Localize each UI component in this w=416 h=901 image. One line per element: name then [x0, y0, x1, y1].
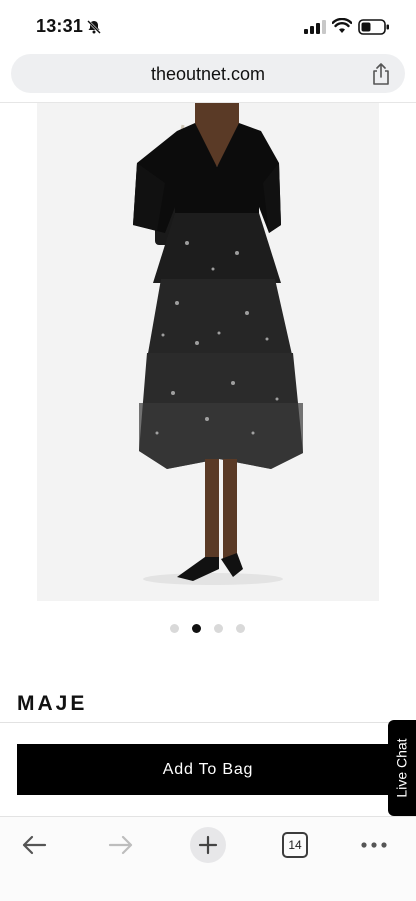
share-icon[interactable] [371, 63, 391, 85]
browser-toolbar: 14 [0, 816, 416, 901]
product-image[interactable] [37, 103, 379, 601]
plus-icon [198, 835, 218, 855]
carousel-dot[interactable] [214, 624, 223, 633]
live-chat-label: Live Chat [394, 738, 410, 798]
tabs-icon: 14 [282, 832, 308, 858]
divider [0, 722, 416, 723]
tabs-button[interactable]: 14 [275, 825, 315, 865]
url-text[interactable]: theoutnet.com [11, 64, 405, 85]
bell-slash-icon [87, 20, 101, 34]
battery-icon [358, 19, 389, 35]
add-to-bag-button[interactable]: Add To Bag [17, 744, 399, 795]
new-tab-button[interactable] [188, 825, 228, 865]
wifi-icon [332, 18, 352, 33]
brand-name[interactable]: MAJE [17, 692, 87, 716]
carousel-dot-active[interactable] [192, 624, 201, 633]
status-bar: 13:31 [0, 0, 416, 54]
forward-arrow-icon [108, 835, 133, 855]
more-icon [361, 842, 387, 848]
signal-icon [304, 20, 326, 34]
status-time: 13:31 [36, 16, 84, 36]
carousel-dots[interactable] [170, 624, 245, 634]
back-button[interactable] [14, 825, 54, 865]
tab-count: 14 [288, 838, 302, 852]
address-bar[interactable]: theoutnet.com [11, 54, 405, 93]
forward-button[interactable] [101, 825, 141, 865]
more-button[interactable] [354, 825, 394, 865]
carousel-dot[interactable] [236, 624, 245, 633]
live-chat-button[interactable]: Live Chat [388, 720, 416, 816]
dress-model-illustration [37, 103, 379, 601]
back-arrow-icon [22, 835, 47, 855]
carousel-dot[interactable] [170, 624, 179, 633]
